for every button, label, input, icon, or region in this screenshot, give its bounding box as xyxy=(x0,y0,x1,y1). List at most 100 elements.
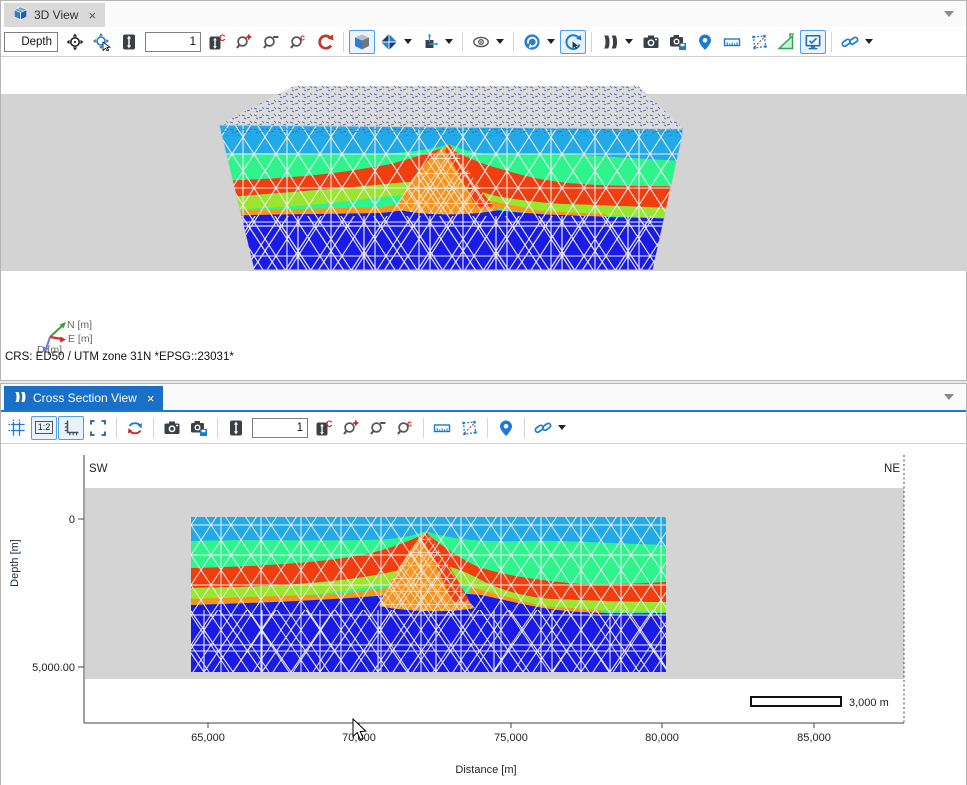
target-icon xyxy=(66,33,84,51)
zoom-out-button[interactable] xyxy=(258,30,284,54)
view-direction-button[interactable] xyxy=(376,30,402,54)
save-snapshot-button[interactable] xyxy=(665,30,691,54)
zoom-extents-button[interactable] xyxy=(85,416,111,440)
perspective-cube-button[interactable] xyxy=(349,30,375,54)
zoom-reset-button[interactable]: c xyxy=(392,416,418,440)
measure-distance-button[interactable] xyxy=(429,416,455,440)
vertical-exaggeration-button[interactable] xyxy=(116,30,142,54)
separator xyxy=(116,418,117,438)
camera-icon xyxy=(163,419,181,437)
link-views-dropdown-icon[interactable] xyxy=(558,425,566,430)
interactive-rotate-button[interactable] xyxy=(560,30,586,54)
vertical-stretch-reset-icon: C xyxy=(315,419,333,437)
zoom-in-button[interactable] xyxy=(231,30,257,54)
separator xyxy=(591,32,592,52)
section-model xyxy=(191,517,666,675)
add-marker-button[interactable] xyxy=(493,416,519,440)
zoom-out-button[interactable] xyxy=(365,416,391,440)
recenter-target-button[interactable] xyxy=(62,30,88,54)
toggle-axes-button[interactable] xyxy=(58,416,84,440)
center-on-cursor-button[interactable] xyxy=(89,30,115,54)
link-views-dropdown-icon[interactable] xyxy=(865,39,873,44)
zoom-out-icon xyxy=(262,33,280,51)
blue-mesh-overlay xyxy=(191,610,666,672)
aspect-ratio-button[interactable]: 1:2 xyxy=(31,416,57,440)
toggle-grid-button[interactable] xyxy=(4,416,30,440)
measure-area-button[interactable] xyxy=(746,30,772,54)
axes-display-dropdown-icon[interactable] xyxy=(445,39,453,44)
x-tick-85000: 85,000 xyxy=(797,732,831,744)
camera-save-icon xyxy=(669,33,687,51)
grid-icon xyxy=(8,419,26,437)
ruler-icon xyxy=(723,33,741,51)
zoom-reset-button[interactable]: c xyxy=(285,30,311,54)
model-front-face xyxy=(211,121,691,276)
vertical-stretch-reset-icon: C xyxy=(208,33,226,51)
view-direction-dropdown-icon[interactable] xyxy=(404,39,412,44)
svg-text:C: C xyxy=(219,33,226,43)
x-tick-65000: 65,000 xyxy=(191,732,225,744)
reset-view-button[interactable] xyxy=(312,30,338,54)
depth-mode-combo[interactable]: Depth xyxy=(4,32,58,52)
zoom-in-button[interactable] xyxy=(338,416,364,440)
direction-right-label: NE xyxy=(884,463,900,475)
link-views-button[interactable] xyxy=(837,30,863,54)
triangle-measure-icon xyxy=(777,33,795,51)
svg-text:C: C xyxy=(326,419,333,429)
x-tick-75000: 75,000 xyxy=(494,732,528,744)
section-fence-button[interactable] xyxy=(597,30,623,54)
map-pin-icon xyxy=(696,33,714,51)
add-marker-button[interactable] xyxy=(692,30,718,54)
separator xyxy=(462,32,463,52)
viewport-cross-section[interactable]: SW NE 0 5,000.00 Depth [m] 65,000 70,000… xyxy=(1,444,966,785)
svg-text:c: c xyxy=(300,33,305,43)
rotate-mode-button[interactable] xyxy=(519,30,545,54)
snapshot-button[interactable] xyxy=(638,30,664,54)
visibility-dropdown-icon[interactable] xyxy=(496,39,504,44)
save-snapshot-button[interactable] xyxy=(186,416,212,440)
y-tick-5000: 5,000.00 xyxy=(32,662,75,674)
zoom-out-icon xyxy=(369,419,387,437)
tab-cs-close-icon[interactable]: × xyxy=(147,392,155,405)
window-3d-view: 3D View × Depth xyxy=(0,0,967,381)
separator xyxy=(487,418,488,438)
axes-display-button[interactable] xyxy=(417,30,443,54)
polygon-measure-icon xyxy=(750,33,768,51)
separator xyxy=(343,32,344,52)
aspect-ratio-label: 1:2 xyxy=(35,421,54,434)
east-axis-icon xyxy=(60,337,66,343)
measure-distance-button[interactable] xyxy=(719,30,745,54)
vertical-stretch-icon xyxy=(120,33,138,51)
tab-list-dropdown-icon[interactable] xyxy=(944,394,954,400)
depth-mode-label: Depth xyxy=(21,36,52,48)
scene-3d: N [m] E [m] D [m] CRS: ED50 / UTM zone 3… xyxy=(1,57,967,380)
rotate-mode-dropdown-icon[interactable] xyxy=(547,39,555,44)
viewport-3d[interactable]: N [m] E [m] D [m] CRS: ED50 / UTM zone 3… xyxy=(1,57,966,380)
ruler-icon xyxy=(433,419,451,437)
tab-3d-close-icon[interactable]: × xyxy=(88,9,96,22)
direction-left-label: SW xyxy=(89,463,108,475)
vertical-exaggeration-button[interactable] xyxy=(223,416,249,440)
measure-area-button[interactable] xyxy=(456,416,482,440)
triad-n-label: N [m] xyxy=(67,319,92,331)
separator xyxy=(524,418,525,438)
tab-cross-section[interactable]: Cross Section View × xyxy=(4,386,163,410)
tab-3d-view[interactable]: 3D View × xyxy=(4,3,105,27)
reset-exaggeration-button[interactable]: C xyxy=(204,30,230,54)
link-views-button[interactable] xyxy=(530,416,556,440)
fullscreen-view-button[interactable] xyxy=(800,30,826,54)
separator xyxy=(513,32,514,52)
snapshot-button[interactable] xyxy=(159,416,185,440)
section-fence-dropdown-icon[interactable] xyxy=(625,39,633,44)
toolbar-3d: Depth xyxy=(1,27,966,57)
flip-section-button[interactable] xyxy=(122,416,148,440)
link-icon xyxy=(534,419,552,437)
tab-list-dropdown-icon[interactable] xyxy=(944,11,954,17)
reset-exaggeration-button[interactable]: C xyxy=(311,416,337,440)
exaggeration-input-3d[interactable] xyxy=(145,32,201,52)
exaggeration-input-cs[interactable] xyxy=(252,418,308,438)
separator xyxy=(831,32,832,52)
visibility-button[interactable] xyxy=(468,30,494,54)
y-axis-label: Depth [m] xyxy=(9,539,21,587)
measure-angle-button[interactable] xyxy=(773,30,799,54)
